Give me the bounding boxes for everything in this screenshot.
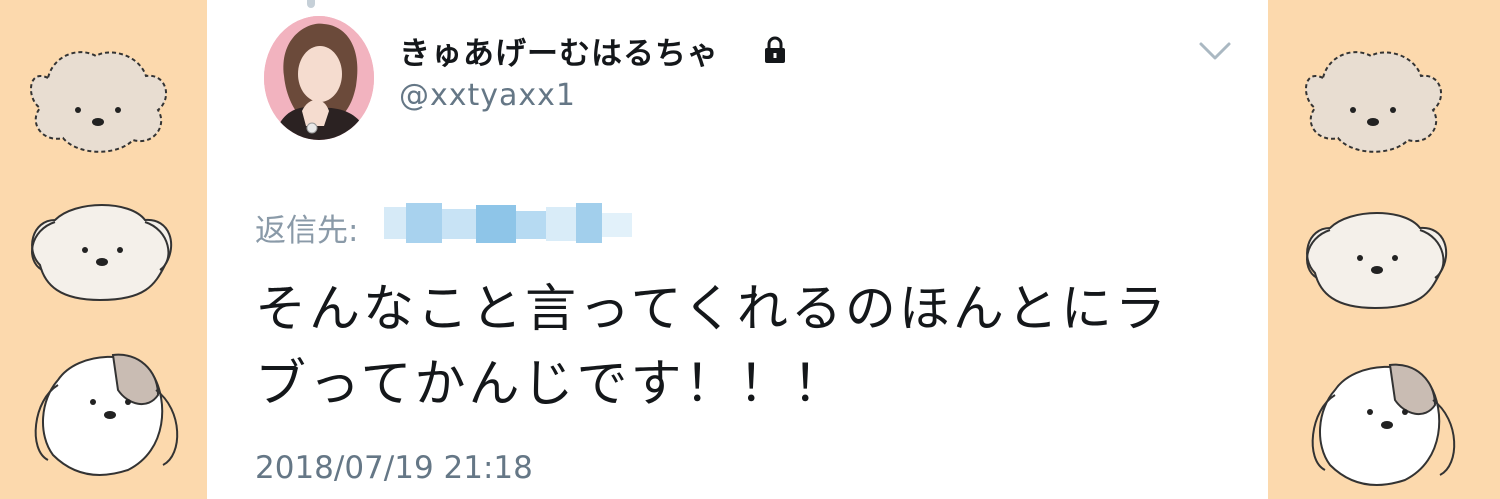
lock-icon xyxy=(765,36,785,63)
redacted-username xyxy=(384,203,632,243)
dog-doodle-icon xyxy=(1304,51,1442,153)
display-name[interactable]: きゅあげーむはるちゃ xyxy=(399,28,719,73)
right-decoration-panel xyxy=(1268,0,1500,499)
dog-doodle-icon xyxy=(31,204,173,302)
tweet-text: そんなこと言ってくれるのほんとにラ ブってかんじです！！！ xyxy=(255,272,1245,422)
reply-to-label: 返信先: xyxy=(255,213,359,249)
user-handle[interactable]: @xxtyaxx1 xyxy=(399,78,576,113)
dog-doodle-icon xyxy=(29,51,167,153)
timestamp[interactable]: 2018/07/19 21:18 xyxy=(255,450,533,486)
dog-doodle-icon xyxy=(1306,212,1448,310)
dog-doodle-icon xyxy=(34,353,179,476)
tweet-text-line: そんなこと言ってくれるのほんとにラ xyxy=(255,280,1169,339)
chevron-down-icon[interactable] xyxy=(1198,40,1232,62)
avatar-image xyxy=(264,16,374,140)
tweet-text-line: ブってかんじです！！！ xyxy=(255,355,847,414)
left-decoration-panel xyxy=(0,0,207,499)
dog-doodle-icon xyxy=(1311,363,1456,486)
avatar[interactable] xyxy=(264,16,374,140)
tweet-card[interactable]: きゅあげーむはるちゃ @xxtyaxx1 返信先: そんなこと言ってくれるのほん… xyxy=(207,0,1268,499)
thread-line xyxy=(307,0,315,8)
